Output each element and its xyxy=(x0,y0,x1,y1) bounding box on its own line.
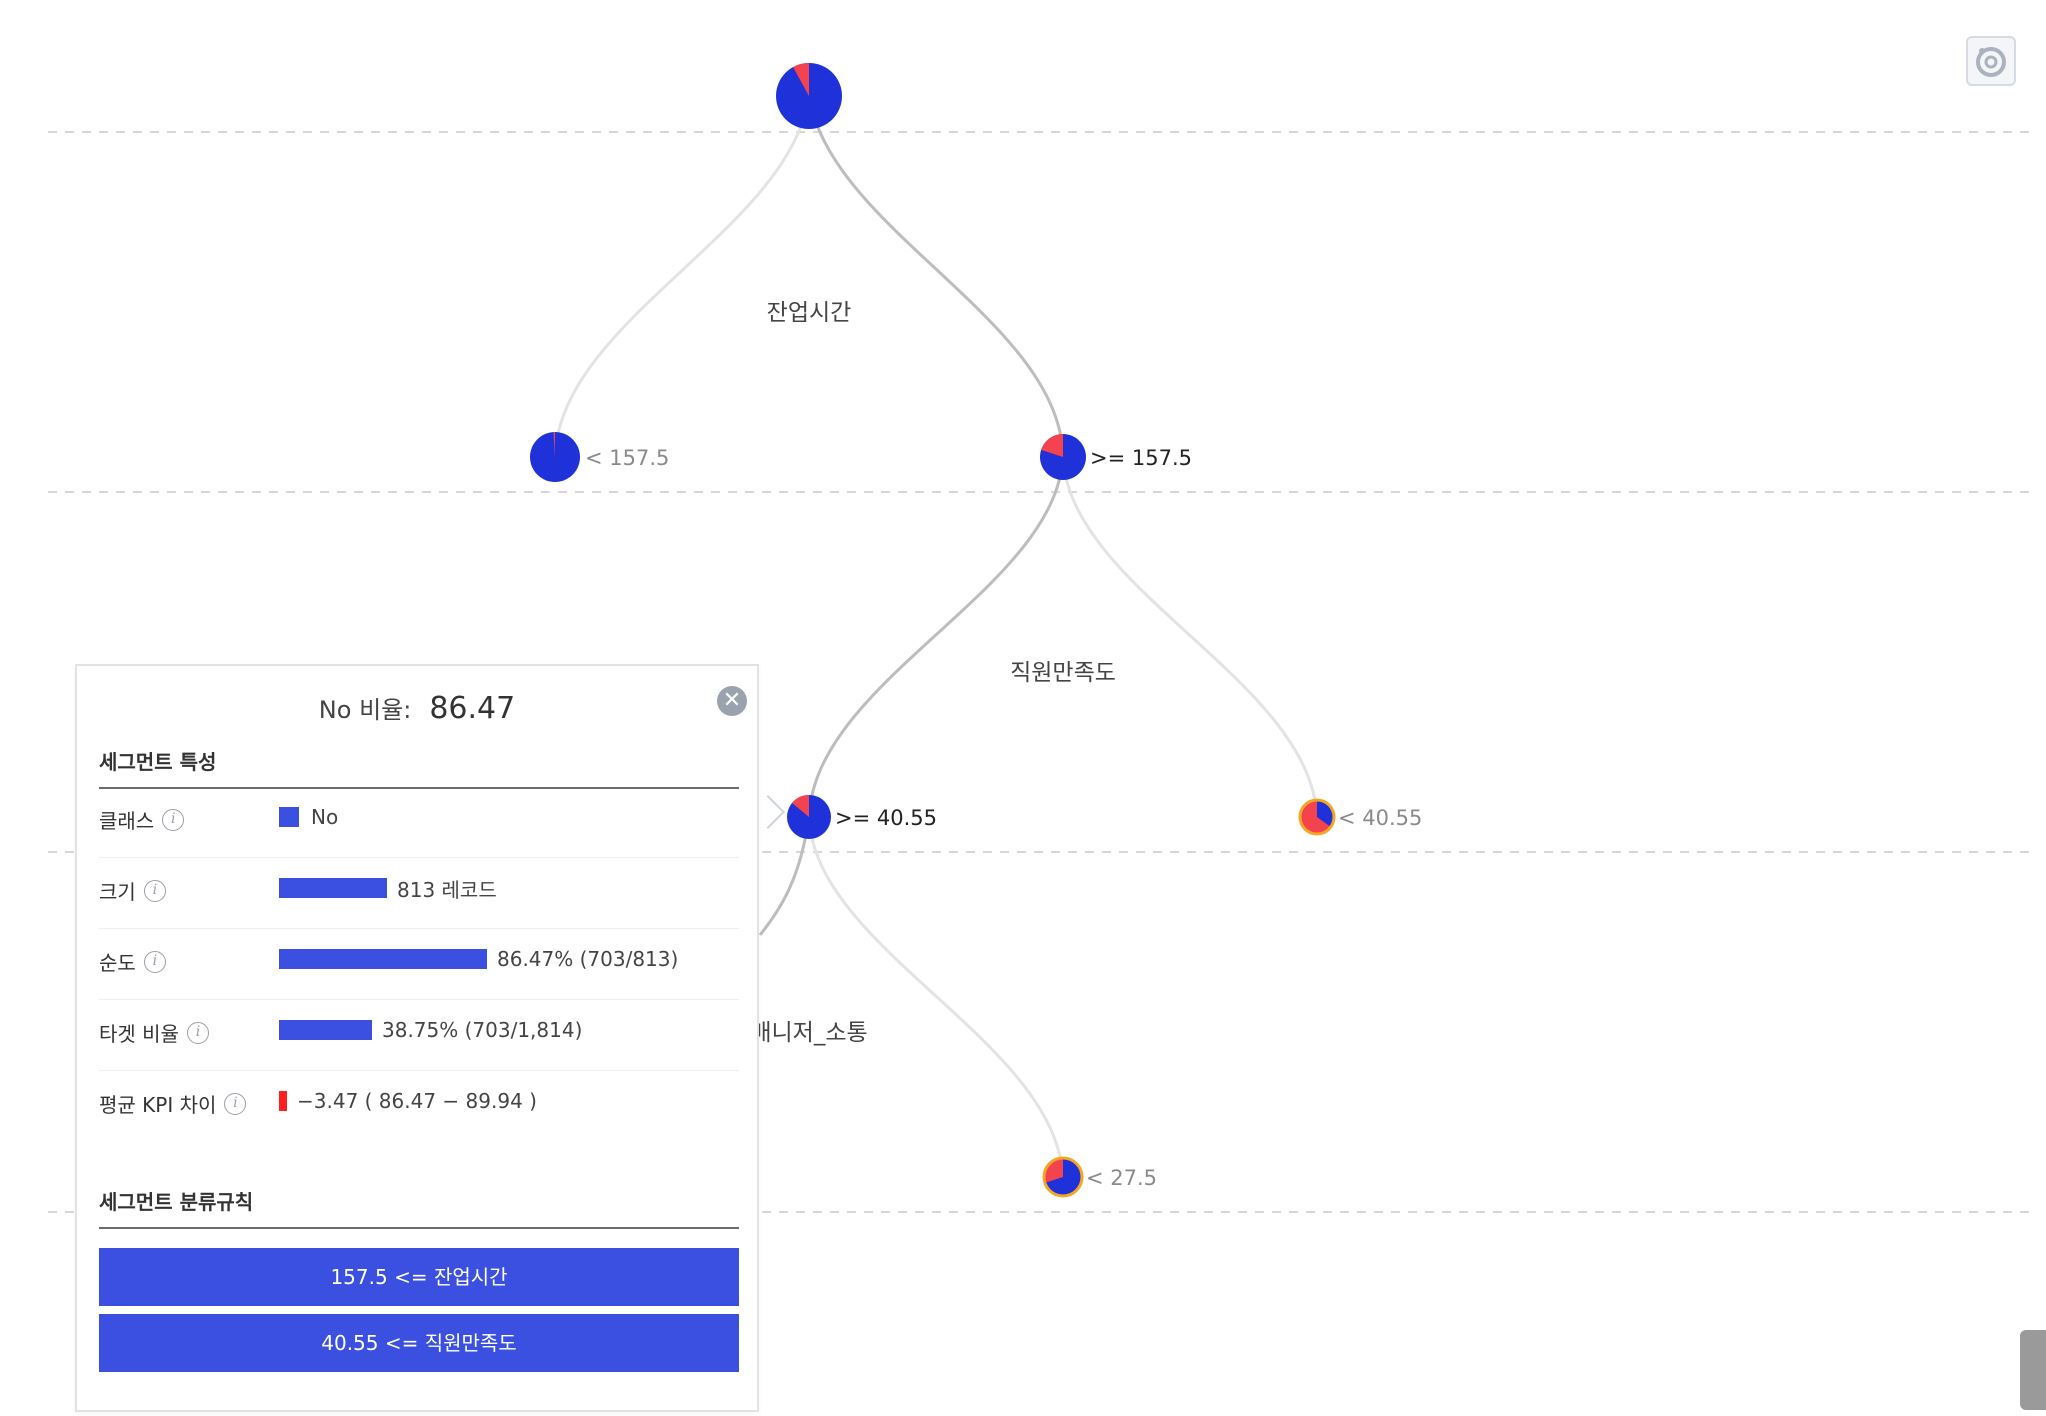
edge-l2-right xyxy=(807,816,1065,1178)
attr-row-purity: 순도 i 86.47% (703/813) xyxy=(99,929,739,1000)
attr-value-text: 813 레코드 xyxy=(397,877,497,902)
section-title-rules: 세그먼트 분류규칙 xyxy=(99,1186,739,1229)
edge-root-right[interactable] xyxy=(807,95,1065,458)
attr-label-kpi-diff: 평균 KPI 차이 i xyxy=(99,1089,247,1118)
split-label-level1: 잔업시간 xyxy=(767,300,852,326)
close-icon[interactable]: ✕ xyxy=(717,686,747,716)
attr-value-kpi-diff: −3.47 ( 86.47 − 89.94 ) xyxy=(279,1089,537,1113)
settings-icon xyxy=(1976,47,2006,77)
edge-root-left xyxy=(553,95,811,458)
tree-node-level1-left[interactable] xyxy=(530,431,580,482)
rule-item-2[interactable]: 40.55 <= 직원만족도 xyxy=(99,1314,739,1372)
panel-header: No 비율: 86.47 xyxy=(77,690,757,726)
ratio-value: 86.47 xyxy=(429,691,516,726)
branch-label-level3-right: < 27.5 xyxy=(1086,1166,1157,1190)
attr-row-size: 크기 i 813 레코드 xyxy=(99,858,739,929)
size-bar xyxy=(279,878,387,898)
attr-label-text: 순도 xyxy=(99,951,136,975)
attr-label-text: 타겟 비율 xyxy=(99,1022,179,1046)
class-color-swatch xyxy=(279,807,299,827)
section-title-features: 세그먼트 특성 xyxy=(99,746,739,789)
attr-label-size: 크기 i xyxy=(99,876,166,905)
attr-label-text: 클래스 xyxy=(99,809,155,833)
attr-value-text: 38.75% (703/1,814) xyxy=(382,1018,583,1042)
attr-label-class: 클래스 i xyxy=(99,805,185,834)
purity-bar xyxy=(279,949,487,969)
tree-node-root[interactable] xyxy=(776,63,842,129)
rule-item-1[interactable]: 157.5 <= 잔업시간 xyxy=(99,1248,739,1306)
scroll-handle[interactable] xyxy=(2020,1330,2046,1410)
tree-node-level2-left[interactable] xyxy=(787,795,831,839)
info-icon[interactable]: i xyxy=(143,879,166,902)
attr-value-size: 813 레코드 xyxy=(279,876,497,902)
info-icon[interactable]: i xyxy=(224,1092,247,1115)
attr-row-target-ratio: 타겟 비율 i 38.75% (703/1,814) xyxy=(99,1000,739,1071)
branch-label-level2-left: >= 40.55 xyxy=(835,806,937,830)
tree-node-level1-right[interactable] xyxy=(1040,434,1086,480)
attr-value-target-ratio: 38.75% (703/1,814) xyxy=(279,1018,582,1042)
tree-node-level2-right[interactable] xyxy=(1298,798,1336,836)
tree-node-level3-right[interactable] xyxy=(1042,1156,1084,1198)
attr-value-purity: 86.47% (703/813) xyxy=(279,947,678,971)
branch-label-level2-right: < 40.55 xyxy=(1338,806,1422,830)
attr-value-text: No xyxy=(311,805,339,829)
target-ratio-bar xyxy=(279,1020,372,1040)
settings-button[interactable] xyxy=(1966,36,2016,86)
kpi-diff-bar xyxy=(279,1091,287,1111)
attr-label-text: 평균 KPI 차이 xyxy=(99,1093,217,1117)
attr-label-purity: 순도 i xyxy=(99,947,166,976)
split-label-level2: 직원만족도 xyxy=(1010,660,1116,686)
edge-l1-right xyxy=(1061,456,1319,818)
attr-label-target-ratio: 타겟 비율 i xyxy=(99,1018,209,1047)
attr-value-text: 86.47% (703/813) xyxy=(497,947,679,971)
attr-label-text: 크기 xyxy=(99,880,136,904)
branch-label-level1-right: >= 157.5 xyxy=(1090,446,1192,470)
ratio-label: No 비율: xyxy=(318,696,412,724)
attr-row-class: 클래스 i No xyxy=(99,787,739,858)
split-label-level3: 매니저_소통 xyxy=(750,1020,867,1046)
branch-label-level1-left: < 157.5 xyxy=(585,446,669,470)
attr-value-class: No xyxy=(279,805,338,829)
attr-row-kpi-diff: 평균 KPI 차이 i −3.47 ( 86.47 − 89.94 ) xyxy=(99,1071,739,1142)
edge-l1-left[interactable] xyxy=(807,456,1065,818)
segment-detail-panel: No 비율: 86.47 ✕ 세그먼트 특성 클래스 i No 크기 i 813 … xyxy=(75,664,759,1412)
info-icon[interactable]: i xyxy=(162,808,185,831)
attr-value-text: −3.47 ( 86.47 − 89.94 ) xyxy=(297,1089,537,1113)
info-icon[interactable]: i xyxy=(186,1021,209,1044)
info-icon[interactable]: i xyxy=(143,950,166,973)
